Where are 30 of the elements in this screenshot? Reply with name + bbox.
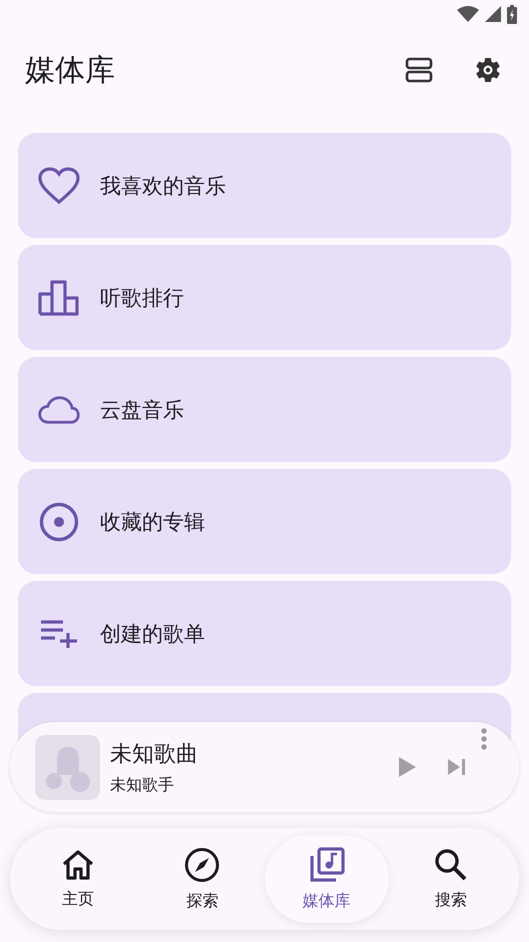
library-item[interactable]: 听歌排行 [18,245,511,350]
playlist-add-icon [38,618,80,648]
library-item[interactable]: 收藏的专辑 [18,469,511,574]
library-item[interactable]: 云盘音乐 [18,357,511,462]
battery-icon [507,4,517,24]
library-item[interactable]: 创建的歌单 [18,581,511,686]
music-library-icon [308,846,345,882]
cloud-icon [38,394,80,426]
signal-icon [485,6,501,22]
more-icon[interactable] [481,728,487,750]
layout-icon[interactable] [405,56,433,84]
mini-player[interactable]: 未知歌曲 未知歌手 [10,722,519,812]
artist-name: 未知歌手 [110,774,175,796]
nav-tab[interactable]: 主页 [16,835,140,923]
bar-chart-icon [38,280,80,316]
skip-next-icon[interactable] [447,758,467,776]
play-icon[interactable] [397,756,417,778]
home-icon [61,848,96,880]
compass-icon [184,846,220,882]
library-item[interactable]: 我喜欢的音乐 [18,133,511,238]
heart-icon [38,166,80,204]
wifi-icon [457,6,479,22]
song-title: 未知歌曲 [110,740,199,768]
page-title: 媒体库 [25,52,115,90]
search-icon [434,848,468,882]
nav-tab[interactable]: 媒体库 [264,835,389,923]
album-art-placeholder-icon [35,734,100,800]
disc-icon [38,502,80,542]
nav-tab[interactable]: 探索 [140,835,264,923]
nav-tab[interactable]: 搜索 [388,835,513,923]
